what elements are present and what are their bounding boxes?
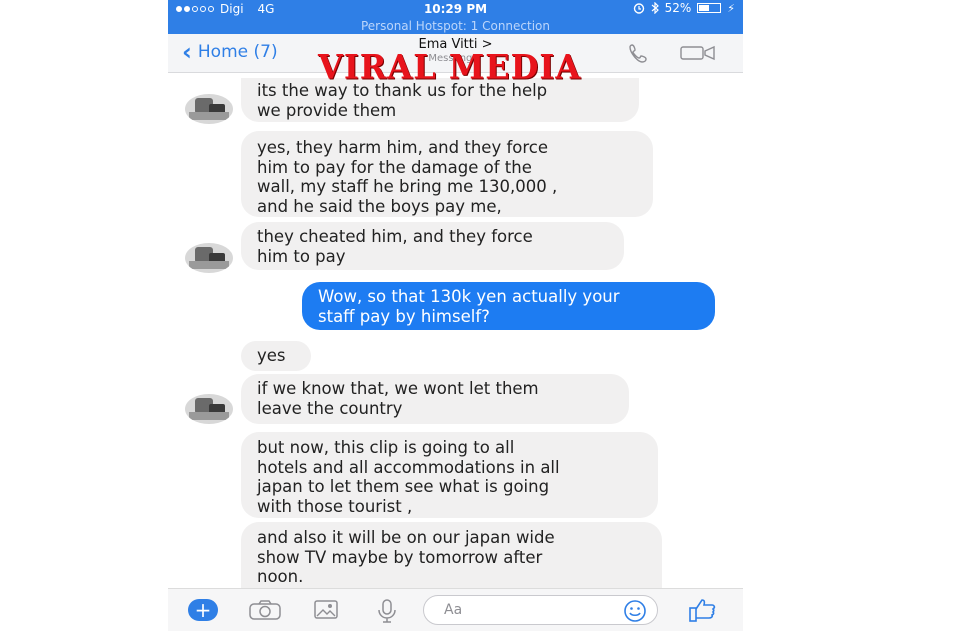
battery-percent: 52% [664,1,692,15]
messenger-screen: Digi 4G 10:29 PM 52% ⚡ Personal Hotspot:… [168,0,743,631]
message-bubble[interactable]: and also it will be on our japan wide sh… [241,522,662,588]
message-bubble[interactable]: if we know that, we wont let them leave … [241,374,629,424]
status-bar: Digi 4G 10:29 PM 52% ⚡ [168,0,743,18]
microphone-icon[interactable] [375,599,399,623]
avatar[interactable] [185,94,233,124]
hotspot-banner[interactable]: Personal Hotspot: 1 Connection [168,18,743,34]
avatar[interactable] [185,243,233,273]
message-input[interactable]: Aa [423,595,658,625]
message-bubble[interactable]: they cheated him, and they force him to … [241,222,624,270]
alarm-icon [633,3,644,14]
phone-icon[interactable] [628,43,658,63]
plus-button[interactable]: + [188,599,218,621]
charging-icon: ⚡ [727,1,735,15]
avatar[interactable] [185,394,233,424]
camera-icon[interactable] [248,599,282,621]
message-input-placeholder: Aa [444,602,463,618]
message-bubble-outgoing[interactable]: Wow, so that 130k yen actually your staf… [302,282,715,330]
message-bubble[interactable]: yes, they harm him, and they force him t… [241,131,653,217]
video-camera-icon[interactable] [680,45,716,61]
bluetooth-icon [651,2,659,14]
message-bubble[interactable]: but now, this clip is going to all hotel… [241,432,658,518]
message-bubble[interactable]: yes [241,341,311,371]
image-icon[interactable] [313,599,339,621]
message-composer: + Aa [168,588,743,631]
thumbs-up-icon[interactable] [688,597,718,623]
smile-icon[interactable] [623,599,647,623]
watermark: VIRAL MEDIA [318,47,582,87]
battery-icon [697,3,722,13]
